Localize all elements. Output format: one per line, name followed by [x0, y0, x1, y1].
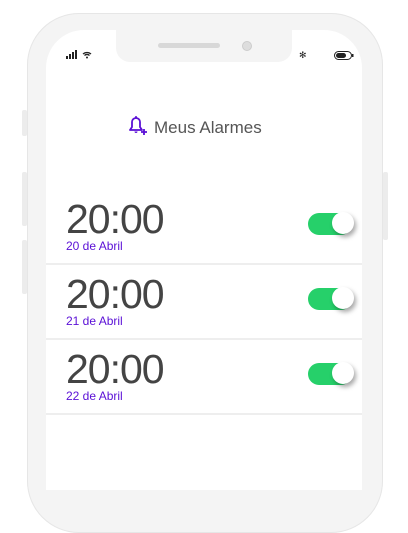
alarm-toggle[interactable] — [308, 287, 354, 310]
alarm-date: 21 de Abril — [66, 314, 123, 328]
toggle-knob — [332, 362, 354, 384]
alarm-list: 20:00 20 de Abril 20:00 21 de Abril 20:0… — [46, 190, 362, 415]
signal-icon — [66, 50, 94, 61]
camera — [242, 41, 252, 51]
volume-down-button — [22, 240, 27, 294]
volume-up-button — [22, 172, 27, 226]
alarm-row[interactable]: 20:00 20 de Abril — [46, 190, 362, 263]
alarm-date: 22 de Abril — [66, 389, 123, 403]
alarm-row[interactable]: 20:00 22 de Abril — [46, 340, 362, 413]
alarm-date: 20 de Abril — [66, 239, 123, 253]
alarm-time: 20:00 — [66, 196, 165, 242]
alarm-time: 20:00 — [66, 346, 165, 392]
alarm-row[interactable]: 20:00 21 de Abril — [46, 265, 362, 338]
page-header: Meus Alarmes — [126, 114, 262, 141]
notch — [116, 30, 292, 62]
power-button — [383, 172, 388, 240]
speaker — [158, 43, 220, 48]
toggle-knob — [332, 287, 354, 309]
alarm-toggle[interactable] — [308, 362, 354, 385]
toggle-knob — [332, 212, 354, 234]
alarm-time: 20:00 — [66, 271, 165, 317]
bell-plus-icon[interactable] — [126, 114, 148, 141]
mute-switch — [22, 110, 27, 136]
alarm-toggle[interactable] — [308, 212, 354, 235]
battery-icon — [334, 51, 354, 62]
bluetooth-icon: ✻ — [299, 50, 307, 60]
page-title: Meus Alarmes — [154, 117, 262, 137]
screen: ✻ Meus Alarmes 20:00 20 de Abril 20:00 2… — [46, 30, 362, 490]
